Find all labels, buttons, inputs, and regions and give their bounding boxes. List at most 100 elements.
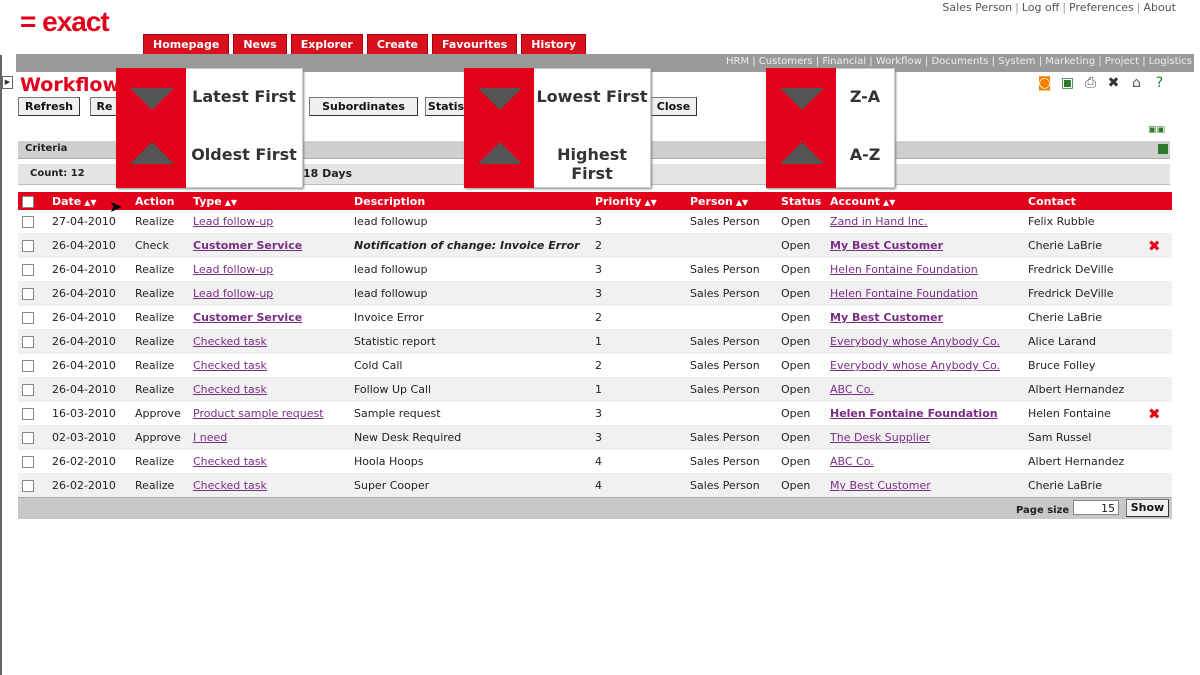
tab-history[interactable]: History <box>521 34 587 55</box>
tab-news[interactable]: News <box>233 34 287 55</box>
account-link[interactable]: My Best Customer <box>830 311 943 324</box>
account-link[interactable]: ABC Co. <box>830 383 874 396</box>
exact-logo[interactable]: = exact <box>20 6 110 38</box>
print-icon[interactable]: ⎙ <box>1082 75 1099 92</box>
account-link[interactable]: Helen Fontaine Foundation <box>830 407 998 420</box>
type-link[interactable]: Checked task <box>193 335 267 348</box>
col-action[interactable]: Action <box>131 192 189 210</box>
sort-desc-icon[interactable] <box>780 88 824 110</box>
export-icons[interactable]: ▣▣ <box>1148 125 1165 135</box>
table-row[interactable]: 26-02-2010 Realize Checked task Hoola Hoops… <box>18 449 1172 474</box>
about-link[interactable]: About <box>1143 1 1176 14</box>
rss-icon[interactable]: ◙ <box>1036 75 1053 92</box>
row-checkbox[interactable] <box>22 336 34 348</box>
a-z-label[interactable]: A-Z <box>836 145 894 164</box>
module-links[interactable]: HRM | Customers | Financial | Workflow |… <box>726 56 1192 67</box>
row-checkbox[interactable] <box>22 240 34 252</box>
table-row[interactable]: 16-03-2010 Approve Product sample request S… <box>18 401 1172 426</box>
subordinates-button[interactable]: Subordinates <box>309 97 418 116</box>
sort-asc-icon[interactable] <box>478 142 522 164</box>
close-button[interactable]: Close <box>650 97 697 116</box>
row-checkbox[interactable] <box>22 408 34 420</box>
col-description[interactable]: Description <box>350 192 591 210</box>
row-checkbox[interactable] <box>22 288 34 300</box>
help-icon[interactable]: ? <box>1151 75 1168 92</box>
account-link[interactable]: My Best Customer <box>830 479 931 492</box>
table-row[interactable]: 26-04-2010 Realize Lead follow-up lead foll… <box>18 257 1172 282</box>
table-row[interactable]: 26-04-2010 Check Customer Service Notificat… <box>18 233 1172 258</box>
col-status[interactable]: Status <box>777 192 826 210</box>
tab-homepage[interactable]: Homepage <box>143 34 230 55</box>
type-link[interactable]: Checked task <box>193 359 267 372</box>
col-priority[interactable]: Priority ▲▼ <box>591 192 686 210</box>
table-row[interactable]: 26-04-2010 Realize Checked task Cold Call 2 S… <box>18 353 1172 378</box>
z-a-label[interactable]: Z-A <box>836 87 894 106</box>
row-checkbox[interactable] <box>22 216 34 228</box>
account-link[interactable]: Helen Fontaine Foundation <box>830 287 978 300</box>
table-row[interactable]: 02-03-2010 Approve I need New Desk Required… <box>18 425 1172 450</box>
account-link[interactable]: ABC Co. <box>830 455 874 468</box>
type-link[interactable]: Customer Service <box>193 239 302 252</box>
show-button[interactable]: Show <box>1126 499 1169 517</box>
table-row[interactable]: 26-04-2010 Realize Checked task Statistic r… <box>18 329 1172 354</box>
row-checkbox[interactable] <box>22 360 34 372</box>
type-link[interactable]: Checked task <box>193 383 267 396</box>
type-link[interactable]: Lead follow-up <box>193 215 273 228</box>
row-checkbox[interactable] <box>22 432 34 444</box>
lowest-first-label[interactable]: Lowest First <box>534 87 650 106</box>
table-row[interactable]: 26-04-2010 Realize Checked task Follow Up C… <box>18 377 1172 402</box>
col-contact[interactable]: Contact <box>1024 192 1144 210</box>
table-row[interactable]: 26-02-2010 Realize Checked task Super Coope… <box>18 473 1172 498</box>
row-checkbox[interactable] <box>22 384 34 396</box>
row-checkbox[interactable] <box>22 456 34 468</box>
preferences-link[interactable]: Preferences <box>1069 1 1134 14</box>
logoff-link[interactable]: Log off <box>1022 1 1059 14</box>
page-size-input[interactable]: 15 <box>1073 500 1119 515</box>
type-link[interactable]: Customer Service <box>193 311 302 324</box>
row-checkbox[interactable] <box>22 312 34 324</box>
oldest-first-label[interactable]: Oldest First <box>186 145 302 164</box>
sort-desc-icon[interactable] <box>478 88 522 110</box>
settings-icon[interactable]: ✖ <box>1105 75 1122 92</box>
delete-icon[interactable]: ✖ <box>1148 405 1161 423</box>
excel-icon[interactable]: ▣ <box>1059 75 1076 92</box>
delete-icon[interactable]: ✖ <box>1148 237 1161 255</box>
row-checkbox[interactable] <box>22 264 34 276</box>
table-row[interactable]: 27-04-2010 Realize Lead follow-up lead foll… <box>18 210 1172 234</box>
user-link[interactable]: Sales Person <box>942 1 1012 14</box>
table-row[interactable]: 26-04-2010 Realize Customer Service Invoice… <box>18 305 1172 330</box>
account-link[interactable]: My Best Customer <box>830 239 943 252</box>
criteria-expand-icon[interactable] <box>1158 144 1168 154</box>
account-link[interactable]: Everybody whose Anybody Co. <box>830 359 1000 372</box>
col-type[interactable]: Type ▲▼ <box>189 192 350 210</box>
statistics-button[interactable]: Statis <box>425 97 467 116</box>
sort-desc-icon[interactable] <box>130 88 174 110</box>
type-link[interactable]: Product sample request <box>193 407 324 420</box>
type-link[interactable]: Checked task <box>193 479 267 492</box>
col-person[interactable]: Person ▲▼ <box>686 192 777 210</box>
type-link[interactable]: Lead follow-up <box>193 287 273 300</box>
account-link[interactable]: Helen Fontaine Foundation <box>830 263 978 276</box>
table-row[interactable]: 26-04-2010 Realize Lead follow-up lead foll… <box>18 281 1172 306</box>
account-link[interactable]: Everybody whose Anybody Co. <box>830 335 1000 348</box>
re-button[interactable]: Re <box>90 97 119 116</box>
cell-action: Realize <box>131 473 189 498</box>
home-icon[interactable]: ⌂ <box>1128 75 1145 92</box>
tab-explorer[interactable]: Explorer <box>290 34 363 55</box>
col-account[interactable]: Account ▲▼ <box>826 192 1024 210</box>
row-checkbox[interactable] <box>22 480 34 492</box>
type-link[interactable]: Checked task <box>193 455 267 468</box>
refresh-button[interactable]: Refresh <box>18 97 80 116</box>
latest-first-label[interactable]: Latest First <box>186 87 302 106</box>
highest-first-label[interactable]: Highest First <box>534 145 650 183</box>
tab-create[interactable]: Create <box>366 34 428 55</box>
expand-panel-icon[interactable]: ▶ <box>2 76 13 89</box>
select-all-checkbox[interactable] <box>22 195 34 208</box>
sort-asc-icon[interactable] <box>130 142 174 164</box>
type-link[interactable]: I need <box>193 431 227 444</box>
account-link[interactable]: The Desk Supplier <box>830 431 930 444</box>
type-link[interactable]: Lead follow-up <box>193 263 273 276</box>
sort-asc-icon[interactable] <box>780 142 824 164</box>
tab-favourites[interactable]: Favourites <box>431 34 518 55</box>
account-link[interactable]: Zand in Hand Inc. <box>830 215 927 228</box>
